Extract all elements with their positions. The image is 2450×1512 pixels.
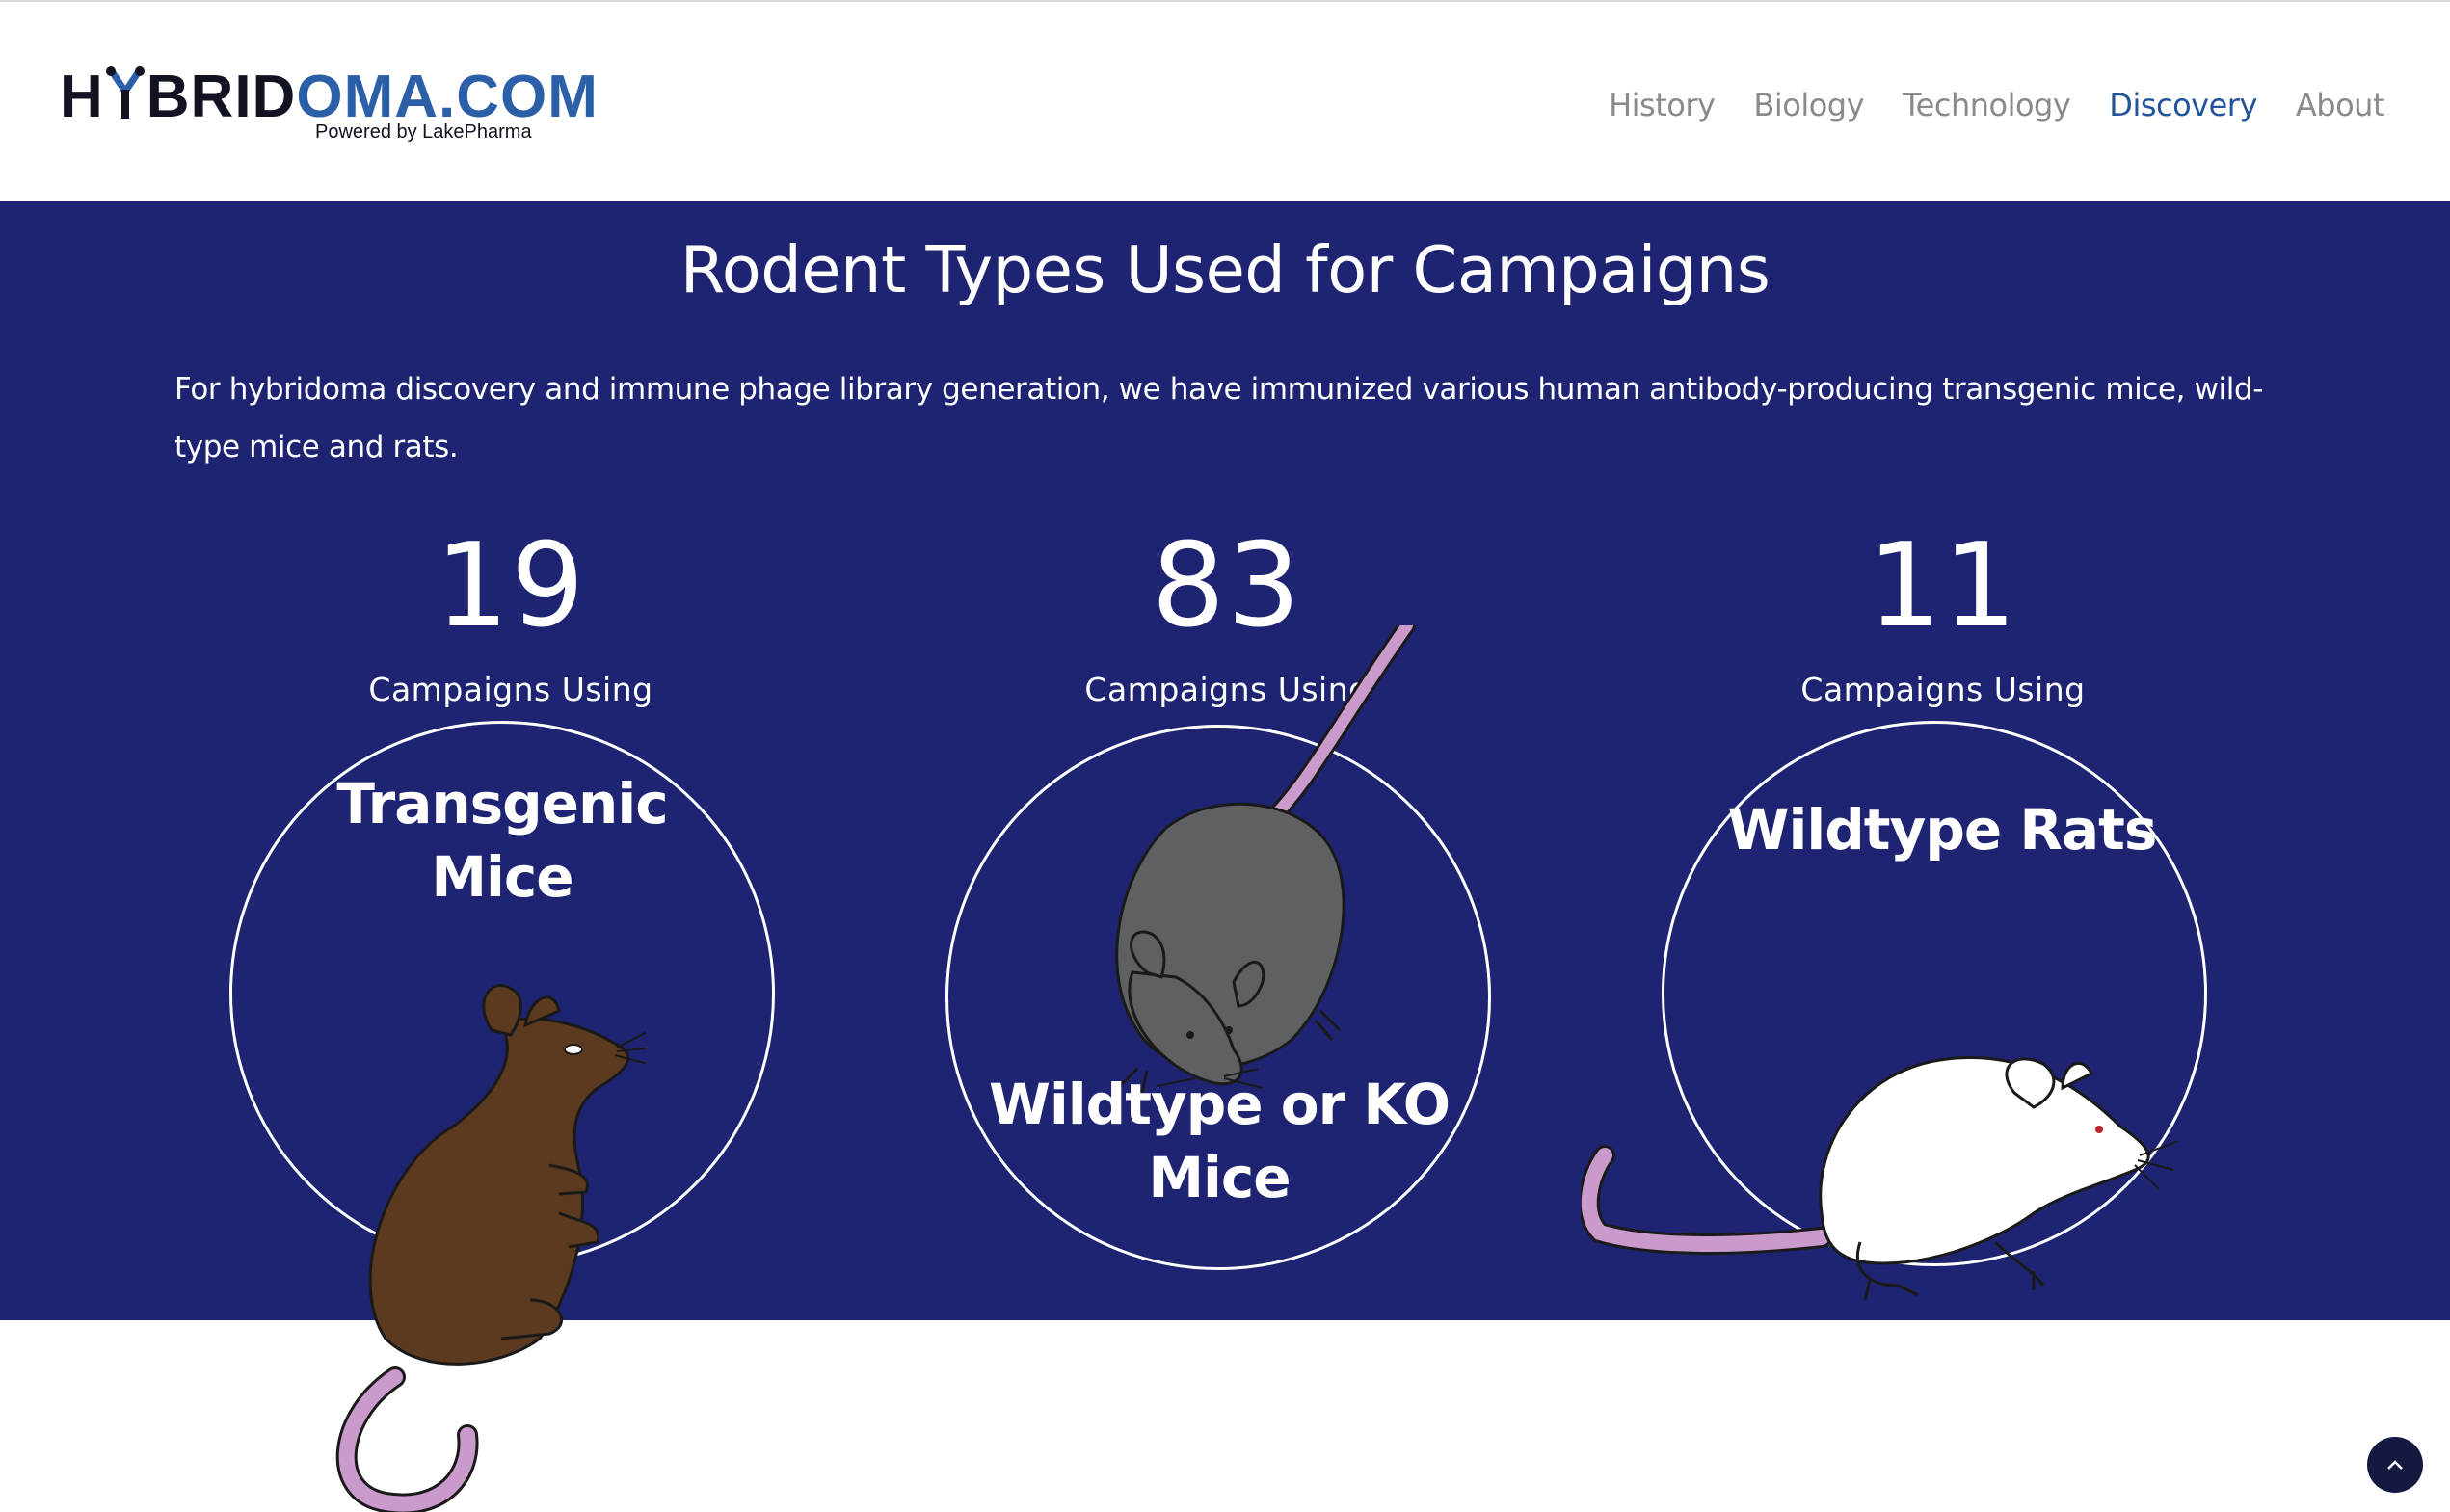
wildtype-rats-label: Wildtype Rats xyxy=(1727,797,2158,862)
stat-caption: Campaigns Using xyxy=(368,671,653,708)
site-header: H BRIDOMA.COM Powered by LakePharma Hist… xyxy=(0,0,2450,201)
scroll-to-top-button[interactable] xyxy=(2367,1437,2423,1493)
logo-tagline: Powered by LakePharma xyxy=(315,121,532,143)
nav-technology[interactable]: Technology xyxy=(1903,81,2071,129)
section-title: Rodent Types Used for Campaigns xyxy=(679,232,1771,307)
nav-discovery[interactable]: Discovery xyxy=(2109,81,2257,129)
nav-biology[interactable]: Biology xyxy=(1753,81,1864,129)
chevron-up-icon xyxy=(2387,1460,2403,1470)
main-nav: History Biology Technology Discovery Abo… xyxy=(1609,81,2384,129)
site-logo[interactable]: H BRIDOMA.COM Powered by LakePharma xyxy=(60,64,598,160)
nav-about[interactable]: About xyxy=(2296,81,2385,129)
stat-number: 11 xyxy=(1867,519,2019,653)
rodent-section: Rodent Types Used for Campaigns For hybr… xyxy=(0,201,2450,1512)
transgenic-mice-label: Transgenic Mice xyxy=(336,771,668,910)
stat-caption: Campaigns Using xyxy=(1800,671,2086,708)
stat-wildtype-rats: 11 Campaigns Using xyxy=(1654,519,2232,714)
white-rat-icon xyxy=(1581,1056,2178,1301)
wildtype-ko-mice-label: Wildtype or KO Mice xyxy=(988,1072,1451,1210)
section-intro: For hybridoma discovery and immune phage… xyxy=(174,372,2264,464)
brown-mouse-icon xyxy=(335,984,646,1512)
antibody-y-icon xyxy=(105,66,145,119)
nav-history[interactable]: History xyxy=(1609,81,1716,129)
stat-transgenic-mice: 19 Campaigns Using xyxy=(222,519,800,714)
stat-number: 19 xyxy=(435,519,587,653)
